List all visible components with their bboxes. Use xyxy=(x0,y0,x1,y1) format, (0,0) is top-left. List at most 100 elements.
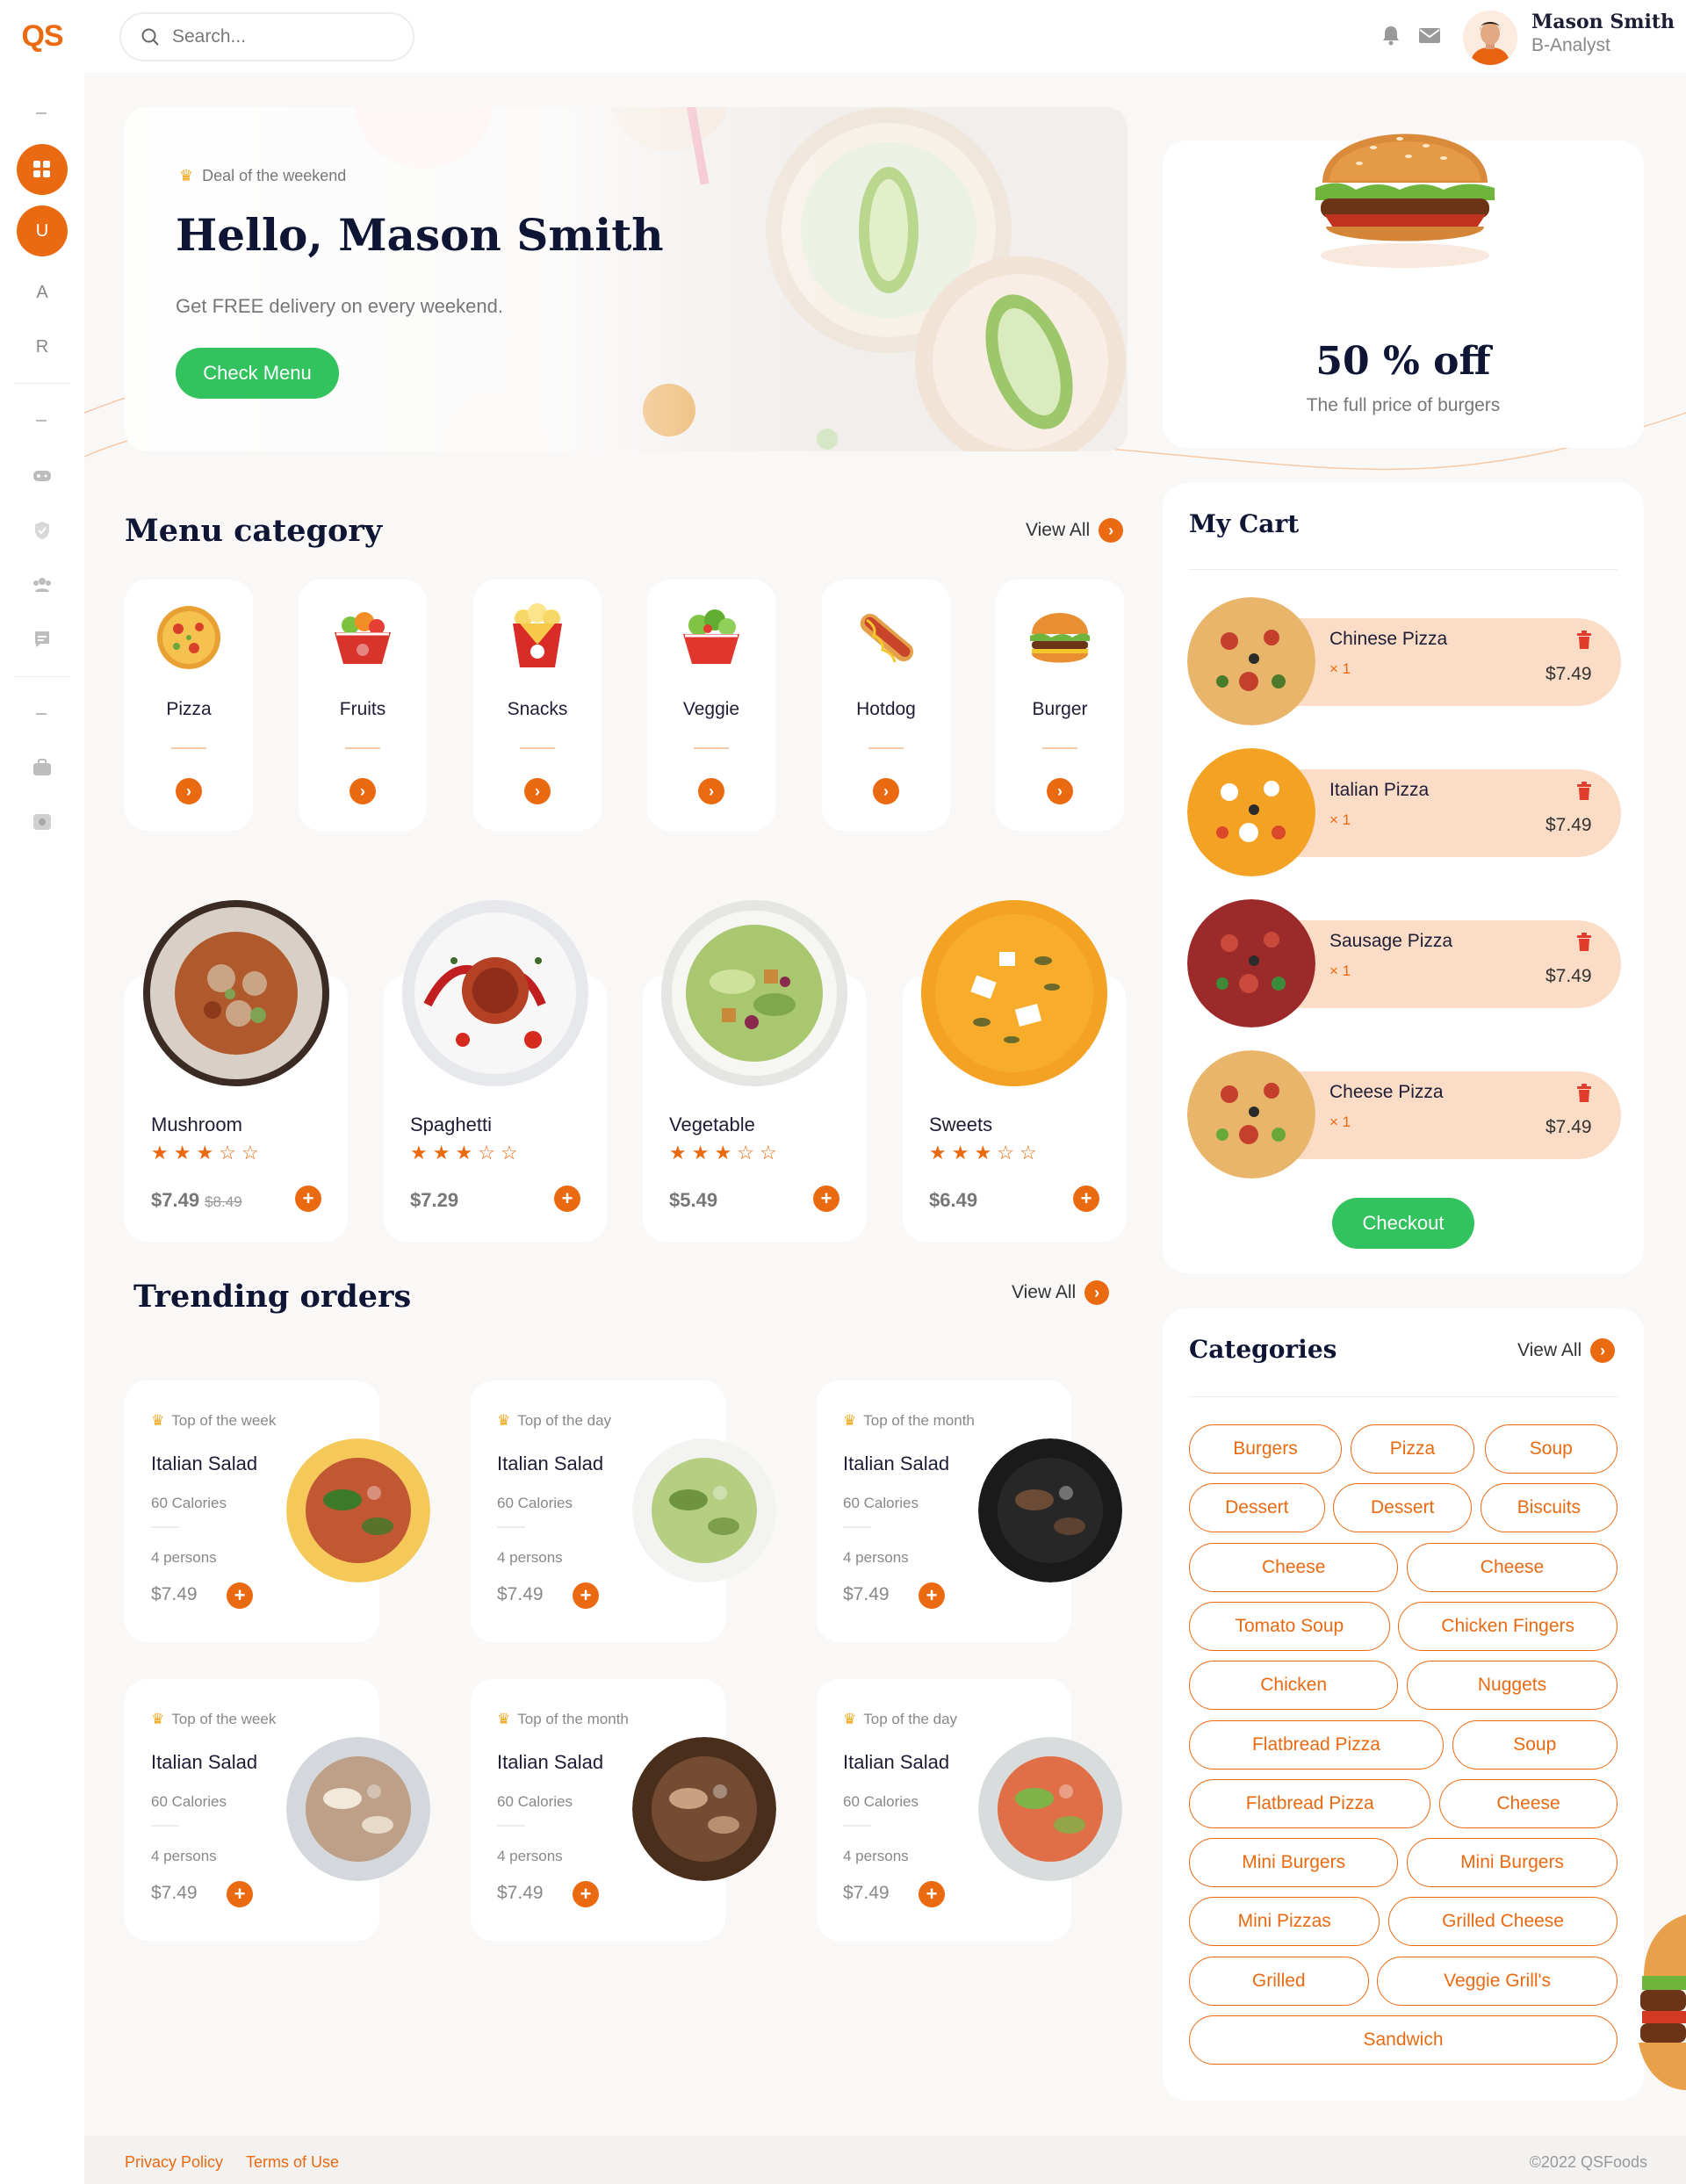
chevron-right-icon[interactable]: › xyxy=(698,778,724,804)
mushroom-pasta-image xyxy=(143,900,329,1086)
trend-name: Italian Salad xyxy=(843,1452,950,1474)
category-tag[interactable]: Biscuits xyxy=(1480,1483,1618,1533)
sidebar-dash xyxy=(36,112,47,114)
cart-panel: My Cart Chinese Pizza × 1 $7.49 Italian … xyxy=(1163,483,1644,1273)
trash-icon[interactable] xyxy=(1575,1084,1593,1103)
trend-persons: 4 persons xyxy=(843,1549,909,1566)
add-to-cart-button[interactable]: + xyxy=(813,1186,839,1212)
cart-item[interactable]: Italian Pizza × 1 $7.49 xyxy=(1187,748,1621,876)
category-tag[interactable]: Grilled Cheese xyxy=(1388,1897,1618,1947)
category-label: Pizza xyxy=(166,699,212,719)
crown-icon: ♛ xyxy=(497,1711,511,1727)
menu-category-view-all[interactable]: View All › xyxy=(1026,518,1124,543)
trend-tag-label: Top of the month xyxy=(517,1711,629,1727)
sidebar-item-dashboard[interactable] xyxy=(17,144,68,195)
rating-stars: ★ ★ ★ ☆ ☆ xyxy=(669,1142,777,1164)
category-tag[interactable]: Sandwich xyxy=(1189,2015,1618,2065)
chat-icon[interactable] xyxy=(32,629,53,650)
category-tag[interactable]: Mini Burgers xyxy=(1189,1838,1399,1888)
privacy-policy-link[interactable]: Privacy Policy xyxy=(125,2153,223,2172)
add-to-cart-button[interactable]: + xyxy=(554,1186,580,1212)
avatar[interactable] xyxy=(1463,11,1517,65)
search-input[interactable] xyxy=(172,26,383,47)
category-tag[interactable]: Cheese xyxy=(1439,1778,1618,1828)
category-tag[interactable]: Nuggets xyxy=(1407,1661,1618,1711)
crown-icon: ♛ xyxy=(497,1412,511,1429)
add-to-cart-button[interactable]: + xyxy=(919,1881,945,1907)
trend-calories: 60 Calories xyxy=(497,1495,573,1511)
cart-item[interactable]: Chinese Pizza × 1 $7.49 xyxy=(1187,597,1621,725)
category-tag[interactable]: Dessert xyxy=(1189,1483,1325,1533)
trash-icon[interactable] xyxy=(1575,631,1593,650)
sidebar-item-a[interactable]: A xyxy=(0,283,84,303)
check-menu-button[interactable]: Check Menu xyxy=(176,348,339,399)
category-tag[interactable]: Chicken Fingers xyxy=(1398,1601,1618,1651)
terms-of-use-link[interactable]: Terms of Use xyxy=(246,2153,339,2172)
add-to-cart-button[interactable]: + xyxy=(919,1582,945,1609)
category-tile-veggie[interactable]: Veggie › xyxy=(647,580,775,831)
bell-icon[interactable] xyxy=(1379,23,1403,47)
add-to-cart-button[interactable]: + xyxy=(573,1582,599,1609)
category-tile-burger[interactable]: Burger › xyxy=(996,580,1124,831)
trash-icon[interactable] xyxy=(1575,933,1593,952)
chevron-right-icon[interactable]: › xyxy=(524,778,551,804)
category-tag[interactable]: Flatbread Pizza xyxy=(1189,1778,1431,1828)
copyright: ©2022 QSFoods xyxy=(1529,2153,1647,2171)
app-logo[interactable]: QS xyxy=(0,0,84,72)
category-tag[interactable]: Veggie Grill's xyxy=(1377,1956,1618,2006)
categories-divider xyxy=(1189,1396,1618,1397)
star-filled-icon: ★ xyxy=(173,1142,191,1164)
promo-card[interactable]: 50 % off The full price of burgers xyxy=(1163,133,1644,448)
trending-dish-image xyxy=(978,1438,1122,1582)
category-tag[interactable]: Cheese xyxy=(1407,1542,1618,1592)
add-to-cart-button[interactable]: + xyxy=(295,1186,321,1212)
trending-view-all[interactable]: View All › xyxy=(1012,1280,1110,1305)
briefcase-icon[interactable] xyxy=(32,757,53,778)
category-tag[interactable]: Burgers xyxy=(1189,1424,1342,1474)
chevron-right-icon[interactable]: › xyxy=(176,778,202,804)
category-tile-fruits[interactable]: Fruits › xyxy=(299,580,427,831)
trash-icon[interactable] xyxy=(1575,782,1593,801)
mail-icon[interactable] xyxy=(1417,23,1442,47)
category-tag[interactable]: Mini Burgers xyxy=(1407,1838,1618,1888)
cart-item-price: $7.49 xyxy=(1546,966,1592,986)
sidebar-item-user[interactable]: U xyxy=(17,205,68,256)
checkout-button[interactable]: Checkout xyxy=(1332,1198,1474,1249)
category-tag[interactable]: Cheese xyxy=(1189,1542,1399,1592)
category-tag[interactable]: Mini Pizzas xyxy=(1189,1897,1380,1947)
category-tag[interactable]: Flatbread Pizza xyxy=(1189,1719,1444,1770)
category-tag[interactable]: Soup xyxy=(1484,1424,1618,1474)
crown-icon: ♛ xyxy=(151,1711,165,1727)
category-underline xyxy=(694,747,729,749)
settings-box-icon[interactable] xyxy=(32,811,53,833)
add-to-cart-button[interactable]: + xyxy=(227,1881,253,1907)
shield-icon[interactable] xyxy=(32,520,53,541)
cart-item[interactable]: Cheese Pizza × 1 $7.49 xyxy=(1187,1050,1621,1178)
category-tag[interactable]: Tomato Soup xyxy=(1189,1601,1390,1651)
category-label: Hotdog xyxy=(856,699,916,719)
cart-item[interactable]: Sausage Pizza × 1 $7.49 xyxy=(1187,899,1621,1027)
sidebar-item-r[interactable]: R xyxy=(0,337,84,357)
search-box[interactable] xyxy=(119,12,414,61)
categories-view-all[interactable]: View All › xyxy=(1517,1338,1616,1363)
category-tag[interactable]: Pizza xyxy=(1350,1424,1475,1474)
gamepad-icon[interactable] xyxy=(32,465,53,487)
category-tile-pizza[interactable]: Pizza › xyxy=(125,580,253,831)
cart-item-name: Chinese Pizza xyxy=(1329,629,1448,649)
chevron-right-icon[interactable]: › xyxy=(349,778,376,804)
users-icon[interactable] xyxy=(32,574,53,595)
add-to-cart-button[interactable]: + xyxy=(573,1881,599,1907)
category-tag[interactable]: Soup xyxy=(1452,1719,1618,1770)
add-to-cart-button[interactable]: + xyxy=(1073,1186,1099,1212)
category-tile-hotdog[interactable]: Hotdog › xyxy=(822,580,950,831)
chevron-right-icon[interactable]: › xyxy=(873,778,899,804)
search-icon xyxy=(141,28,159,46)
category-tile-snacks[interactable]: Snacks › xyxy=(473,580,602,831)
category-tag[interactable]: Chicken xyxy=(1189,1661,1399,1711)
chevron-right-icon[interactable]: › xyxy=(1047,778,1073,804)
category-tag[interactable]: Grilled xyxy=(1189,1956,1369,2006)
star-empty-icon: ☆ xyxy=(1019,1142,1037,1164)
view-all-label: View All xyxy=(1026,520,1091,540)
category-tag[interactable]: Dessert xyxy=(1333,1483,1473,1533)
add-to-cart-button[interactable]: + xyxy=(227,1582,253,1609)
